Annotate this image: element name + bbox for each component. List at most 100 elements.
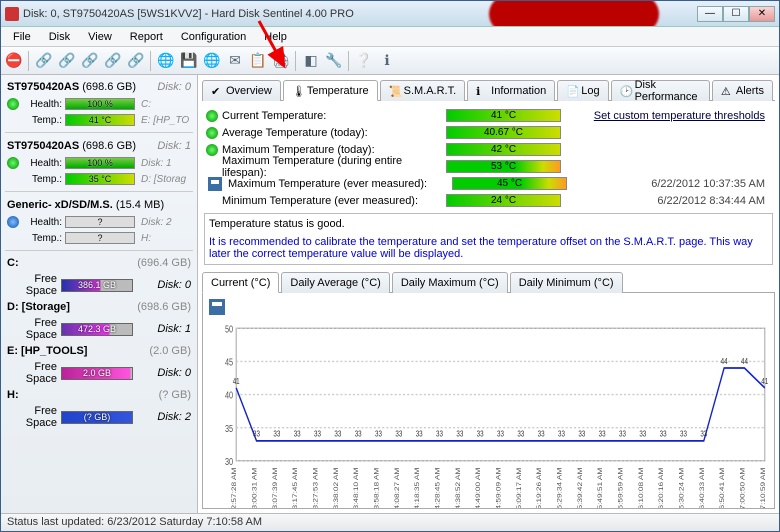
- health-row: Health:100 %Disk: 1: [5, 156, 193, 170]
- disk-header[interactable]: Generic- xD/SD/M.S. (15.4 MB): [5, 197, 193, 213]
- tb-print-icon[interactable]: 🖨: [270, 50, 292, 72]
- maximize-button[interactable]: ☐: [723, 6, 749, 22]
- tab-temperature[interactable]: 🌡Temperature: [283, 80, 378, 101]
- close-button[interactable]: ✕: [749, 6, 775, 22]
- svg-text:3:17:45 AM: 3:17:45 AM: [291, 468, 299, 509]
- tb-link1-icon[interactable]: 🔗: [33, 50, 55, 72]
- svg-text:4:08:27 AM: 4:08:27 AM: [393, 468, 401, 509]
- svg-text:45: 45: [225, 357, 233, 368]
- chart-zone: 3035404550413333333333333333333333333333…: [202, 293, 775, 509]
- svg-text:2:57:28 AM: 2:57:28 AM: [230, 468, 238, 509]
- volume-header[interactable]: H:(? GB): [5, 388, 193, 402]
- svg-text:3:27:53 AM: 3:27:53 AM: [312, 468, 320, 509]
- window-title: Disk: 0, ST9750420AS [5WS1KVV2] - Hard D…: [23, 8, 354, 20]
- sidebar: ST9750420AS (698.6 GB)Disk: 0 Health:100 …: [1, 75, 198, 513]
- svg-text:41: 41: [761, 376, 768, 386]
- tab-alerts[interactable]: ⚠Alerts: [712, 80, 773, 101]
- tb-help-icon[interactable]: ❔: [353, 50, 375, 72]
- svg-text:6:20:16 AM: 6:20:16 AM: [657, 468, 665, 509]
- svg-text:3:38:02 AM: 3:38:02 AM: [332, 468, 340, 509]
- menu-file[interactable]: File: [5, 29, 39, 45]
- health-row: Health:100 %C:: [5, 97, 193, 111]
- tb-dark-icon[interactable]: ◧: [300, 50, 322, 72]
- tb-globe2-icon[interactable]: 🌐: [201, 50, 223, 72]
- svg-text:4:38:52 AM: 4:38:52 AM: [454, 468, 462, 509]
- svg-text:33: 33: [436, 429, 443, 439]
- tab-information[interactable]: ℹInformation: [467, 80, 555, 101]
- svg-text:4:18:35 AM: 4:18:35 AM: [413, 468, 421, 509]
- chart-tab[interactable]: Current (°C): [202, 272, 279, 293]
- menu-disk[interactable]: Disk: [41, 29, 78, 45]
- health-row: Health:?Disk: 2: [5, 215, 193, 229]
- volume-header[interactable]: D: [Storage](698.6 GB): [5, 300, 193, 314]
- tab-overview[interactable]: ✔Overview: [202, 80, 281, 101]
- menu-help[interactable]: Help: [256, 29, 295, 45]
- svg-text:33: 33: [660, 429, 667, 439]
- alert-icon: ⚠: [721, 85, 733, 97]
- log-icon: 📄: [566, 85, 578, 97]
- tb-save-icon[interactable]: 💾: [178, 50, 200, 72]
- tab-log[interactable]: 📄Log: [557, 80, 608, 101]
- status-box: Temperature status is good. It is recomm…: [204, 213, 773, 265]
- menu-view[interactable]: View: [80, 29, 120, 45]
- disk-header[interactable]: ST9750420AS (698.6 GB)Disk: 0: [5, 79, 193, 95]
- volume-header[interactable]: C:(696.4 GB): [5, 256, 193, 270]
- save-icon[interactable]: [208, 177, 222, 191]
- thermo-icon: 🌡: [292, 85, 304, 97]
- chart-tab[interactable]: Daily Average (°C): [281, 272, 389, 293]
- bg-decoration: [489, 1, 659, 27]
- volume-header[interactable]: E: [HP_TOOLS](2.0 GB): [5, 344, 193, 358]
- svg-text:5:09:17 AM: 5:09:17 AM: [515, 468, 523, 509]
- tb-link5-icon[interactable]: 🔗: [125, 50, 147, 72]
- timestamp: 6/22/2012 10:37:35 AM: [651, 178, 771, 190]
- threshold-link[interactable]: Set custom temperature thresholds: [594, 110, 771, 122]
- chart-tab[interactable]: Daily Maximum (°C): [392, 272, 508, 293]
- svg-text:3:07:39 AM: 3:07:39 AM: [271, 468, 279, 509]
- tb-stop-icon[interactable]: ⛔: [3, 50, 25, 72]
- temp-reading: Minimum Temperature (ever measured):24 °…: [206, 192, 771, 209]
- statusbar: Status last updated: 6/23/2012 Saturday …: [1, 513, 779, 531]
- titlebar[interactable]: Disk: 0, ST9750420AS [5WS1KVV2] - Hard D…: [1, 1, 779, 27]
- tb-link2-icon[interactable]: 🔗: [56, 50, 78, 72]
- svg-text:33: 33: [314, 429, 321, 439]
- disk-header[interactable]: ST9750420AS (698.6 GB)Disk: 1: [5, 138, 193, 154]
- free-space-row: Free Space(? GB)Disk: 2: [5, 404, 193, 430]
- svg-text:33: 33: [639, 429, 646, 439]
- svg-text:33: 33: [680, 429, 687, 439]
- minimize-button[interactable]: —: [697, 6, 723, 22]
- svg-text:6:30:24 AM: 6:30:24 AM: [677, 468, 685, 509]
- tb-link3-icon[interactable]: 🔗: [79, 50, 101, 72]
- temp-row: Temp.:?H:: [5, 231, 193, 245]
- svg-text:33: 33: [558, 429, 565, 439]
- menu-report[interactable]: Report: [122, 29, 171, 45]
- clock-icon: 🕑: [620, 85, 632, 97]
- svg-text:33: 33: [599, 429, 606, 439]
- svg-text:7:00:50 AM: 7:00:50 AM: [738, 468, 746, 509]
- svg-text:33: 33: [375, 429, 382, 439]
- tb-link4-icon[interactable]: 🔗: [102, 50, 124, 72]
- tb-notes-icon[interactable]: 📋: [247, 50, 269, 72]
- tb-mail-icon[interactable]: ✉: [224, 50, 246, 72]
- svg-text:33: 33: [334, 429, 341, 439]
- tab-diskperformance[interactable]: 🕑Disk Performance: [611, 80, 710, 101]
- tb-info-icon[interactable]: ℹ: [376, 50, 398, 72]
- tab-smart[interactable]: 📜S.M.A.R.T.: [380, 80, 466, 101]
- menu-configuration[interactable]: Configuration: [173, 29, 254, 45]
- svg-text:5:29:34 AM: 5:29:34 AM: [556, 468, 564, 509]
- tb-globe-icon[interactable]: 🌐: [155, 50, 177, 72]
- question-icon: [7, 216, 19, 228]
- save-chart-icon[interactable]: [209, 299, 225, 315]
- check-icon: ✔: [211, 85, 223, 97]
- svg-text:35: 35: [225, 423, 233, 434]
- chart-tab[interactable]: Daily Minimum (°C): [510, 272, 623, 293]
- temp-reading: Current Temperature:41 °CSet custom temp…: [206, 107, 771, 124]
- svg-text:44: 44: [721, 356, 728, 366]
- svg-text:6:40:33 AM: 6:40:33 AM: [698, 468, 706, 509]
- toolbar: ⛔ 🔗 🔗 🔗 🔗 🔗 🌐 💾 🌐 ✉ 📋 🖨 ◧ 🔧 ❔ ℹ: [1, 47, 779, 75]
- tabbar: ✔Overview🌡Temperature📜S.M.A.R.T.ℹInforma…: [202, 79, 775, 101]
- tb-settings-icon[interactable]: 🔧: [323, 50, 345, 72]
- temp-row: Temp.:41 °CE: [HP_TO: [5, 113, 193, 127]
- svg-text:33: 33: [477, 429, 484, 439]
- svg-text:33: 33: [395, 429, 402, 439]
- svg-text:33: 33: [517, 429, 524, 439]
